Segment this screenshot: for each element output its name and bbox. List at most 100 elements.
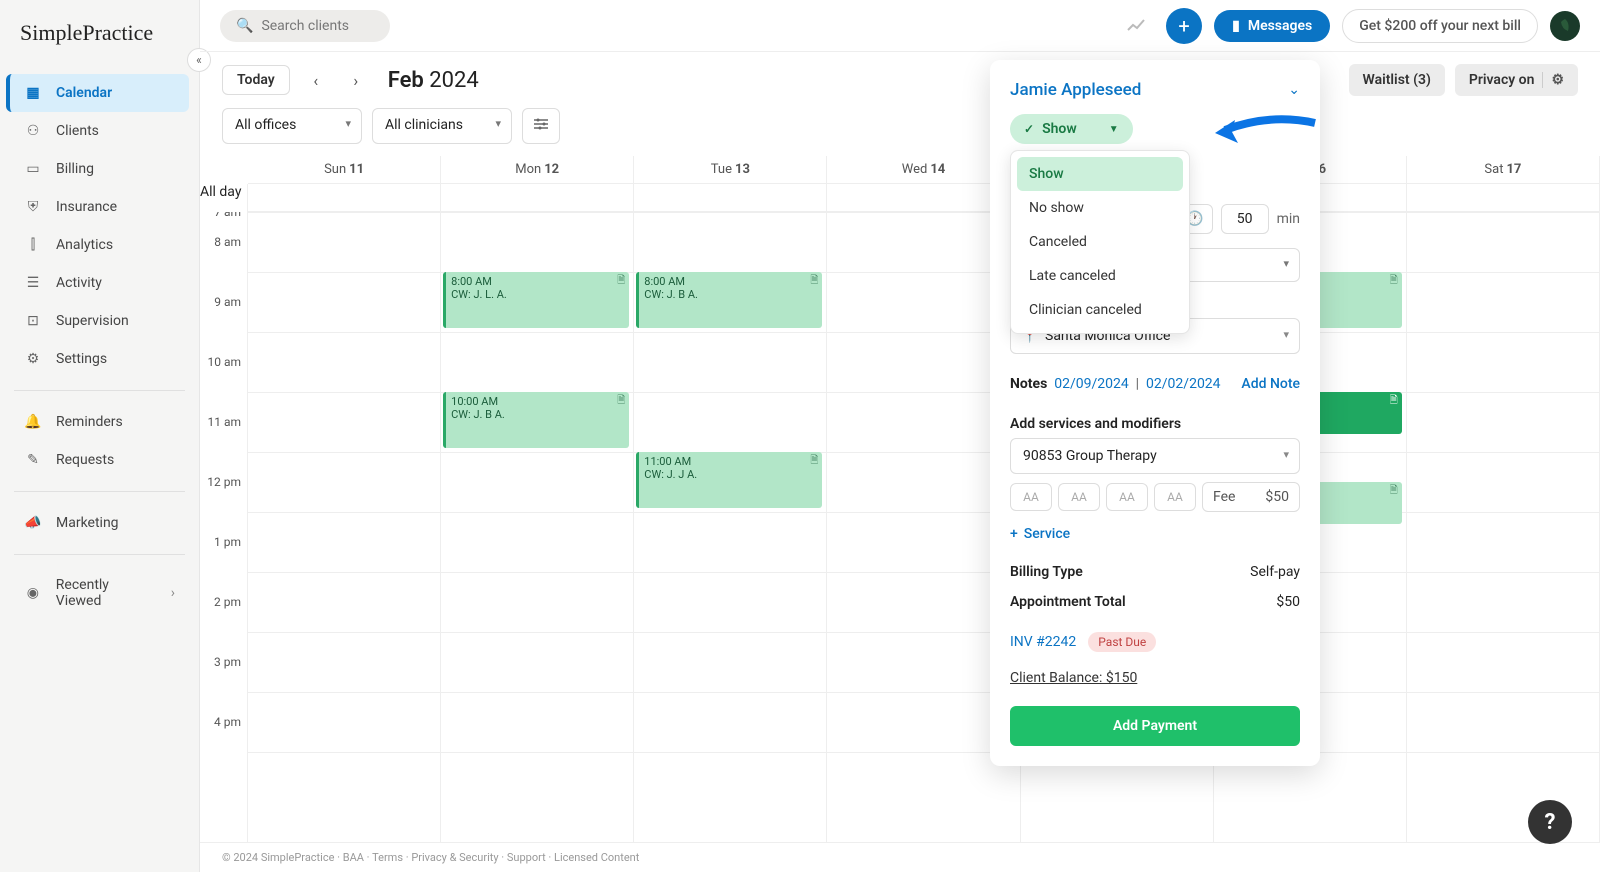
modifier-input-3[interactable]: AA <box>1106 483 1148 511</box>
svg-text:SimplePractice: SimplePractice <box>20 20 153 45</box>
sidebar-item-activity[interactable]: ☰Activity <box>10 264 189 302</box>
allday-cell[interactable] <box>441 184 634 211</box>
footer: © 2024 SimplePractice · BAA · Terms · Pr… <box>200 842 1600 872</box>
privacy-button[interactable]: Privacy on⚙ <box>1455 64 1578 96</box>
bell-icon: 🔔 <box>24 413 42 431</box>
sidebar-item-analytics[interactable]: ⫿Analytics <box>10 226 189 264</box>
modifier-input-2[interactable]: AA <box>1058 483 1100 511</box>
hour-label: 8 am <box>200 235 247 295</box>
next-week-button[interactable]: › <box>342 66 370 94</box>
add-payment-button[interactable]: Add Payment <box>1010 706 1300 746</box>
hour-label: 11 am <box>200 415 247 475</box>
hour-label: 2 pm <box>200 595 247 655</box>
month-label: Feb 2024 <box>388 68 479 93</box>
note-link-1[interactable]: 02/09/2024 <box>1054 376 1129 392</box>
messages-button[interactable]: ▮ Messages <box>1214 10 1330 42</box>
allday-cell[interactable] <box>634 184 827 211</box>
note-icon: 🗎 <box>1390 485 1398 497</box>
calendar-icon: ▦ <box>24 84 42 102</box>
sidebar-item-clients[interactable]: ⚇Clients <box>10 112 189 150</box>
chevron-right-icon: › <box>171 585 175 601</box>
modifier-input-1[interactable]: AA <box>1010 483 1052 511</box>
check-icon: ✓ <box>1024 122 1034 136</box>
add-service-button[interactable]: + Service <box>1010 526 1300 542</box>
hour-label: 10 am <box>200 355 247 415</box>
hour-label: 3 pm <box>200 655 247 715</box>
sidebar-item-recently-viewed[interactable]: ◉ Recently Viewed › <box>10 567 189 619</box>
day-column[interactable] <box>1407 212 1600 842</box>
clinicians-select[interactable]: All clinicians <box>372 108 512 144</box>
insurance-icon: ⛨ <box>24 198 42 216</box>
duration-input[interactable]: 50 <box>1221 204 1269 234</box>
sidebar-item-insurance[interactable]: ⛨Insurance <box>10 188 189 226</box>
caret-down-icon: ▼ <box>1109 124 1119 135</box>
calendar-event[interactable]: 8:00 AMCW: J. L. A.🗎 <box>443 272 629 328</box>
offices-select[interactable]: All offices <box>222 108 362 144</box>
sidebar-item-calendar[interactable]: ▦Calendar <box>6 74 189 112</box>
fee-input[interactable]: Fee$50 <box>1202 482 1300 512</box>
calendar-event[interactable]: 11:00 AMCW: J. J A.🗎 <box>636 452 822 508</box>
invoice-link[interactable]: INV #2242 <box>1010 634 1076 650</box>
clients-icon: ⚇ <box>24 122 42 140</box>
service-select[interactable]: 90853 Group Therapy <box>1010 438 1300 474</box>
status-option-canceled[interactable]: Canceled <box>1017 225 1183 259</box>
search-input[interactable]: 🔍 Search clients <box>220 10 390 42</box>
trend-icon-button[interactable] <box>1118 8 1154 44</box>
billing-icon: ▭ <box>24 160 42 178</box>
status-menu: ShowNo showCanceledLate canceledClinicia… <box>1010 150 1190 334</box>
status-option-clinician-canceled[interactable]: Clinician canceled <box>1017 293 1183 327</box>
note-link-2[interactable]: 02/02/2024 <box>1146 376 1221 392</box>
allday-cell[interactable] <box>1407 184 1600 211</box>
day-header: Tue 13 <box>634 156 827 183</box>
sidebar-item-settings[interactable]: ⚙Settings <box>10 340 189 378</box>
status-option-no-show[interactable]: No show <box>1017 191 1183 225</box>
hour-label: 9 am <box>200 295 247 355</box>
analytics-icon: ⫿ <box>24 236 42 254</box>
today-button[interactable]: Today <box>222 65 290 95</box>
gear-icon: ⚙ <box>1542 72 1564 88</box>
hour-label: 7 am <box>200 212 247 235</box>
add-button[interactable]: + <box>1166 8 1202 44</box>
requests-icon: ✎ <box>24 451 42 469</box>
note-icon: 🗎 <box>617 275 625 287</box>
note-icon: 🗎 <box>1390 275 1398 287</box>
hour-label: 4 pm <box>200 715 247 775</box>
promo-button[interactable]: Get $200 off your next bill <box>1342 9 1538 43</box>
client-balance-link[interactable]: Client Balance: $150 <box>1010 670 1300 686</box>
calendar-event[interactable]: 8:00 AMCW: J. B A.🗎 <box>636 272 822 328</box>
note-icon: 🗎 <box>810 455 818 467</box>
day-column[interactable]: 8:00 AMCW: J. L. A.🗎 10:00 AMCW: J. B A.🗎 <box>441 212 634 842</box>
supervision-icon: ⊡ <box>24 312 42 330</box>
hour-label: 12 pm <box>200 475 247 535</box>
day-column[interactable] <box>248 212 441 842</box>
note-icon: 🗎 <box>810 275 818 287</box>
appointment-flyout: Jamie Appleseed ⌄ ✓ Show ▼ ShowNo showCa… <box>990 60 1320 766</box>
filter-settings-button[interactable] <box>522 108 560 144</box>
chevron-down-icon[interactable]: ⌄ <box>1288 82 1300 98</box>
allday-cell[interactable] <box>248 184 441 211</box>
activity-icon: ☰ <box>24 274 42 292</box>
prev-week-button[interactable]: ‹ <box>302 66 330 94</box>
waitlist-button[interactable]: Waitlist (3) <box>1349 64 1445 96</box>
sidebar-item-reminders[interactable]: 🔔Reminders <box>10 403 189 441</box>
sidebar-item-marketing[interactable]: 📣Marketing <box>10 504 189 542</box>
modifier-input-4[interactable]: AA <box>1154 483 1196 511</box>
sidebar-item-requests[interactable]: ✎Requests <box>10 441 189 479</box>
settings-icon: ⚙ <box>24 350 42 368</box>
status-option-show[interactable]: Show <box>1017 157 1183 191</box>
calendar-filters: All offices All clinicians <box>200 108 1600 156</box>
day-column[interactable]: 8:00 AMCW: J. B A.🗎 11:00 AMCW: J. J A.🗎 <box>634 212 827 842</box>
help-fab[interactable]: ? <box>1528 800 1572 844</box>
search-icon: 🔍 <box>236 18 253 34</box>
sidebar: SimplePractice « ▦Calendar⚇Clients▭Billi… <box>0 0 200 872</box>
sidebar-item-billing[interactable]: ▭Billing <box>10 150 189 188</box>
avatar[interactable] <box>1550 11 1580 41</box>
hour-label: 1 pm <box>200 535 247 595</box>
calendar-event[interactable]: 10:00 AMCW: J. B A.🗎 <box>443 392 629 448</box>
sidebar-item-supervision[interactable]: ⊡Supervision <box>10 302 189 340</box>
client-name-link[interactable]: Jamie Appleseed <box>1010 80 1141 100</box>
status-dropdown[interactable]: ✓ Show ▼ <box>1010 114 1133 144</box>
status-option-late-canceled[interactable]: Late canceled <box>1017 259 1183 293</box>
day-header: Sun 11 <box>248 156 441 183</box>
add-note-button[interactable]: Add Note <box>1241 376 1300 392</box>
